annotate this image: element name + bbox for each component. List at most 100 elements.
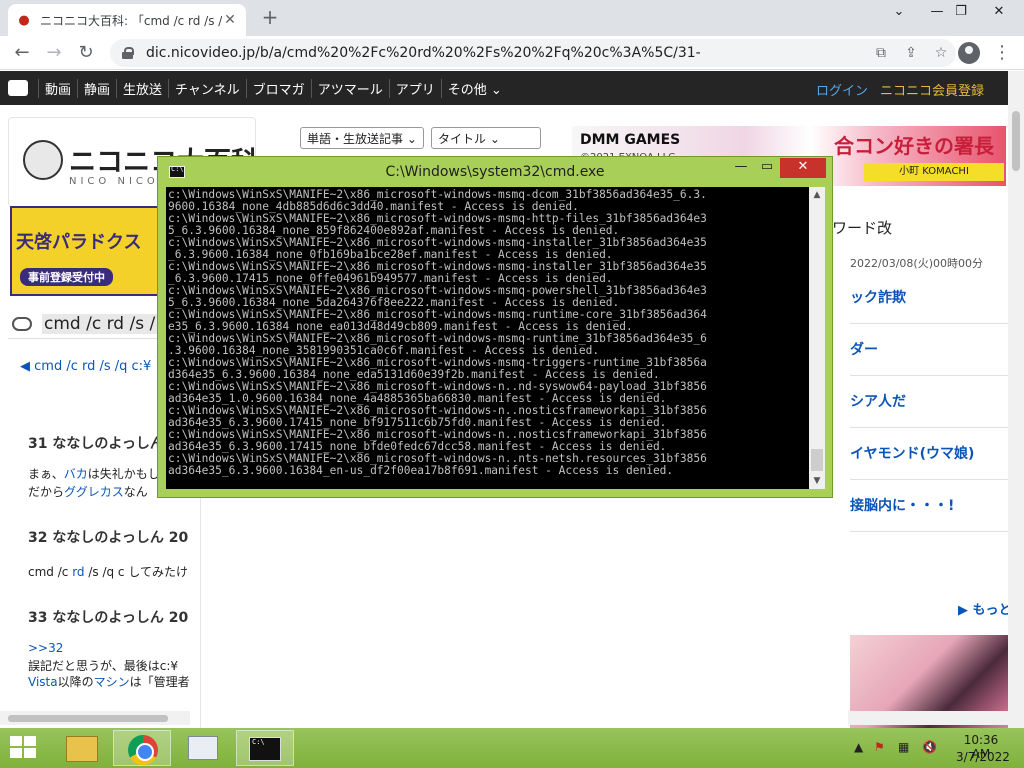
link-rd[interactable]: rd	[72, 565, 84, 579]
windows-start-button[interactable]	[10, 736, 38, 760]
taskbar-cmd[interactable]: C:\	[236, 730, 294, 766]
search-type-select[interactable]: 単語・生放送記事 ⌄	[300, 127, 424, 149]
link-gugurekasu[interactable]: ググレカス	[64, 485, 124, 499]
ranking-item-5[interactable]: 接脳内に・・・!	[850, 495, 954, 515]
translate-icon[interactable]: ⧉	[866, 45, 896, 61]
response-33-anchor-line: >>32	[28, 641, 63, 655]
bookmark-star-icon[interactable]: ☆	[926, 45, 956, 61]
cmd-close-button[interactable]: ✕	[780, 158, 826, 178]
browser-tab-bar: ● ニコニコ大百科: 「cmd /c rd /s /q c:¥ ✕ + ⌄ — …	[0, 0, 1024, 36]
nav-item-live[interactable]: 生放送	[116, 78, 168, 98]
cmd-titlebar[interactable]: C:\ C:\Windows\system32\cmd.exe — ▭ ✕	[158, 157, 832, 187]
divider	[850, 479, 1018, 480]
response-31-line-2: だからググレカスなん	[28, 485, 148, 499]
reload-icon[interactable]: ↻	[72, 39, 100, 67]
niconico-tv-logo-icon[interactable]	[8, 80, 28, 96]
forward-arrow-icon[interactable]: →	[40, 39, 68, 67]
profile-avatar-icon[interactable]	[958, 42, 980, 64]
scroll-thumb[interactable]	[8, 715, 168, 722]
nav-item-douga[interactable]: 動画	[38, 78, 77, 98]
link-baka[interactable]: バカ	[64, 467, 88, 481]
page-vertical-scrollbar[interactable]	[1008, 71, 1024, 728]
chrome-icon	[128, 735, 158, 765]
ranking-item-2[interactable]: ダー	[850, 339, 878, 359]
article-title-text[interactable]: cmd /c rd /s /	[42, 313, 158, 334]
cmd-minimize-button[interactable]: —	[728, 158, 754, 178]
login-link[interactable]: ログイン	[816, 80, 868, 99]
response-31-line-1: まぁ、バカは失礼かもし	[28, 467, 160, 481]
link-vista[interactable]: Vista	[28, 675, 58, 689]
clock-date[interactable]: 3/7/2022	[956, 750, 1010, 764]
nav-item-other[interactable]: その他 ⌄	[440, 78, 508, 98]
back-arrow-icon[interactable]: ←	[8, 39, 36, 67]
network-icon[interactable]: ▦	[898, 740, 909, 754]
taskbar-chrome[interactable]	[113, 730, 171, 766]
ranking-item-1[interactable]: ック詐欺	[850, 287, 906, 307]
divider	[850, 531, 1018, 532]
response-32-line-1: cmd /c rd /s /q c してみたけ	[28, 565, 188, 579]
folder-icon	[66, 736, 98, 762]
register-link[interactable]: ニコニコ会員登録	[880, 80, 984, 99]
tab-close-icon[interactable]: ✕	[222, 12, 238, 28]
response-33-line-2: 誤記だと思うが、最後はc:¥	[28, 659, 179, 673]
monitor-icon	[188, 736, 218, 760]
new-tab-button[interactable]: +	[258, 6, 282, 30]
nicopedia-favicon-icon: ●	[16, 12, 32, 28]
ranking-item-4[interactable]: イヤモンド(ウマ娘)	[850, 443, 974, 463]
scroll-thumb[interactable]	[1012, 111, 1020, 171]
nav-item-atsumaru[interactable]: アツマール	[310, 78, 389, 98]
back-to-article-link[interactable]: ◀ cmd /c rd /s /q c:¥	[20, 359, 151, 374]
divider	[850, 427, 1018, 428]
lock-icon[interactable]	[122, 47, 134, 59]
taskbar-file-explorer[interactable]	[52, 730, 110, 766]
ranking-item-3[interactable]: シア人だ	[850, 391, 906, 411]
action-center-flag-icon[interactable]: ⚑	[874, 740, 885, 754]
close-window-button[interactable]: ✕	[976, 0, 1022, 30]
windows-taskbar: C:\ ▲ ⚑ ▦ 🔇 10:36 AM 3/7/2022	[0, 728, 1024, 768]
nav-item-app[interactable]: アプリ	[388, 78, 441, 98]
menu-kebab-icon[interactable]: ⋮	[988, 39, 1016, 67]
nav-item-seiga[interactable]: 静画	[77, 78, 116, 98]
cmd-vertical-scrollbar[interactable]: ▲ ▼	[809, 187, 825, 489]
cmd-maximize-button[interactable]: ▭	[754, 158, 780, 178]
address-bar[interactable]: dic.nicovideo.jp/b/a/cmd%20%2Fc%20rd%20%…	[110, 39, 956, 67]
logo-subtext: NICO NICO	[69, 176, 159, 187]
nav-item-channel[interactable]: チャンネル	[168, 78, 246, 98]
banner-headline: 合コン好きの署長	[834, 134, 994, 158]
banner-left-cta: 事前登録受付中	[20, 268, 113, 286]
search-field-select[interactable]: タイトル ⌄	[431, 127, 541, 149]
cmd-console-output[interactable]: c:\Windows\WinSxS\MANIFE~2\x86_microsoft…	[166, 187, 817, 489]
divider	[850, 323, 1018, 324]
anchor-32-link[interactable]: >>32	[28, 641, 63, 655]
ranking-date: 2022/03/08(火)00時00分	[850, 257, 983, 270]
scroll-thumb[interactable]	[811, 449, 823, 471]
response-31-header: 31 ななしのよっしん	[28, 436, 164, 452]
link-machine[interactable]: マシン	[94, 675, 130, 689]
cmd-icon: C:\	[249, 737, 281, 761]
divider	[850, 375, 1018, 376]
response-33-line-3: Vista以降のマシンは「管理者	[28, 675, 190, 689]
cmd-console-text: c:\Windows\WinSxS\MANIFE~2\x86_microsoft…	[168, 188, 707, 477]
banner-brand: DMM GAMES	[580, 132, 681, 148]
cmd-window[interactable]: C:\ C:\Windows\system32\cmd.exe — ▭ ✕ c:…	[157, 156, 833, 498]
url-text[interactable]: dic.nicovideo.jp/b/a/cmd%20%2Fc%20rd%20%…	[146, 45, 866, 61]
right-sidebar: ワード改 2022/03/08(火)00時00分 ック詐欺 ダー シア人だ イヤ…	[832, 205, 1024, 728]
response-33-header: 33 ななしのよっしん 20	[28, 610, 189, 626]
browser-toolbar: ← → ↻ dic.nicovideo.jp/b/a/cmd%20%2Fc%20…	[0, 36, 1024, 70]
browser-tab[interactable]: ● ニコニコ大百科: 「cmd /c rd /s /q c:¥ ✕	[8, 4, 246, 36]
volume-muted-icon[interactable]: 🔇	[922, 740, 937, 754]
show-hidden-icons-arrow-icon[interactable]: ▲	[854, 740, 863, 754]
search-field-value: タイトル	[438, 132, 487, 146]
nav-item-blomaga[interactable]: ブロマガ	[245, 78, 311, 98]
banner-left-title: 天啓パラドクス	[16, 232, 142, 253]
share-icon[interactable]: ⇪	[896, 45, 926, 61]
left-horizontal-scrollbar[interactable]	[0, 711, 190, 725]
ranking-title: ワード改	[832, 219, 893, 237]
scroll-up-arrow-icon[interactable]: ▲	[809, 187, 825, 203]
ranking-more-link[interactable]: ▶ もっと	[958, 599, 1012, 618]
taskbar-resource-monitor[interactable]	[174, 730, 232, 766]
right-horizontal-scrollbar[interactable]	[848, 711, 1008, 725]
response-32-header: 32 ななしのよっしん 20	[28, 530, 189, 546]
scroll-down-arrow-icon[interactable]: ▼	[809, 473, 825, 489]
search-type-value: 単語・生放送記事	[307, 132, 404, 146]
